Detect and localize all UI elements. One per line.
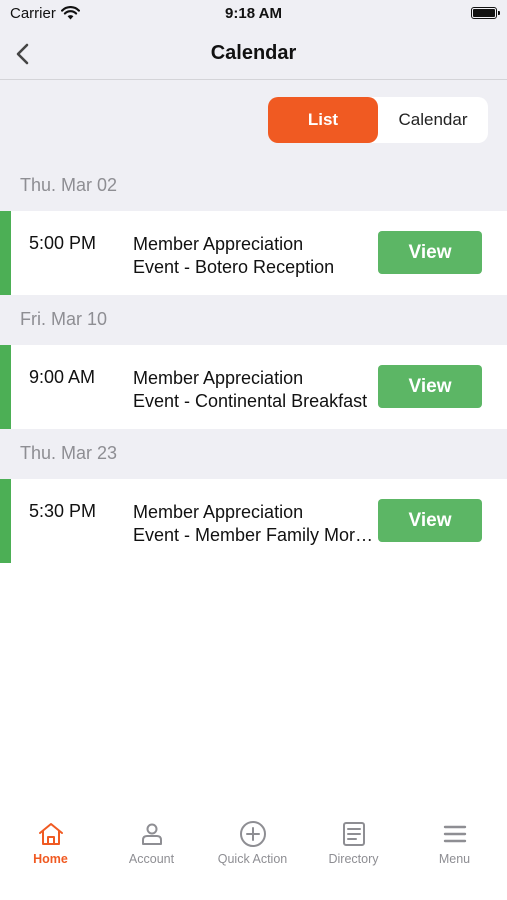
- view-event-button[interactable]: View: [378, 365, 482, 408]
- tab-menu-label: Menu: [438, 852, 471, 866]
- event-accent-bar: [0, 345, 11, 429]
- event-row: 5:30 PM Member Appreciation Event - Memb…: [0, 479, 507, 563]
- event-title: Member Appreciation Event - Botero Recep…: [133, 233, 378, 279]
- tab-directory[interactable]: Directory: [303, 820, 404, 880]
- view-event-button[interactable]: View: [378, 499, 482, 542]
- event-title-line1: Member Appreciation: [133, 234, 304, 254]
- segment-calendar-button[interactable]: Calendar: [378, 97, 488, 143]
- event-accent-bar: [0, 479, 11, 563]
- event-row: 9:00 AM Member Appreciation Event - Cont…: [0, 345, 507, 429]
- tab-bar: Home Account Quick Action Directory Menu: [0, 808, 507, 900]
- view-event-button[interactable]: View: [378, 231, 482, 274]
- event-title-line2: Event - Continental Breakfast: [133, 391, 368, 411]
- event-title: Member Appreciation Event - Continental …: [133, 367, 378, 413]
- tab-quick-action[interactable]: Quick Action: [202, 820, 303, 880]
- plus-circle-icon: [239, 821, 266, 847]
- view-segmented-control: List Calendar: [268, 97, 488, 143]
- tab-menu[interactable]: Menu: [404, 820, 505, 880]
- tab-quick-action-label: Quick Action: [217, 852, 288, 866]
- directory-icon: [342, 822, 365, 846]
- event-title-line1: Member Appreciation: [133, 502, 304, 522]
- hamburger-menu-icon: [443, 825, 466, 843]
- date-header: Fri. Mar 10: [20, 309, 108, 329]
- event-title-line1: Member Appreciation: [133, 368, 304, 388]
- event-row: 5:00 PM Member Appreciation Event - Bote…: [0, 211, 507, 295]
- date-header: Thu. Mar 23: [20, 443, 118, 463]
- event-accent-bar: [0, 211, 11, 295]
- navigation-bar: Calendar: [0, 30, 507, 80]
- tab-directory-label: Directory: [328, 852, 379, 866]
- status-bar: Carrier 9:18 AM: [0, 0, 507, 30]
- date-header: Thu. Mar 02: [20, 175, 118, 195]
- segment-list-button[interactable]: List: [268, 97, 378, 143]
- tab-home[interactable]: Home: [0, 820, 101, 880]
- page-title: Calendar: [210, 42, 297, 64]
- status-time: 9:18 AM: [225, 5, 282, 22]
- event-title-line2: Event - Member Family Morning: [133, 525, 378, 545]
- event-time: 9:00 AM: [29, 367, 96, 387]
- event-time: 5:00 PM: [29, 233, 97, 253]
- tab-account-label: Account: [128, 852, 175, 866]
- battery-icon: [471, 7, 500, 19]
- event-title-line2: Event - Botero Reception: [133, 257, 335, 277]
- tab-home-label: Home: [33, 852, 68, 866]
- person-icon: [141, 823, 162, 845]
- event-time: 5:30 PM: [29, 501, 97, 521]
- home-icon: [38, 823, 63, 845]
- event-title: Member Appreciation Event - Member Famil…: [133, 501, 378, 547]
- tab-account[interactable]: Account: [101, 820, 202, 880]
